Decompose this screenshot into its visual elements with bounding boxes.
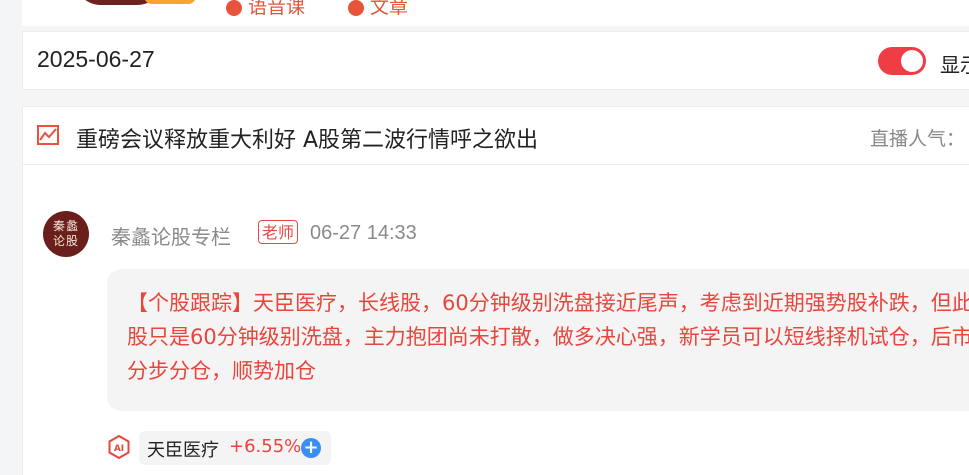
ai-icon: AI <box>108 435 130 459</box>
stock-name: 天臣医疗 <box>147 440 219 461</box>
date-bar: 2025-06-27 显示 <box>22 31 969 90</box>
live-title[interactable]: 重磅会议释放重大利好 A股第二波行情呼之欲出 <box>76 122 538 154</box>
top-tag-article[interactable]: 文章 <box>348 0 408 19</box>
chart-line-icon <box>37 125 59 145</box>
avatar[interactable]: 秦蠡 论股 <box>43 211 89 257</box>
top-strip: 语音课 文章 <box>22 0 969 26</box>
toggle-label: 显示 <box>940 53 969 77</box>
svg-text:AI: AI <box>114 444 124 454</box>
date-text: 2025-06-27 <box>37 46 155 72</box>
top-badge <box>144 0 196 4</box>
stock-change: +6.55% <box>229 436 302 457</box>
message-text: 【个股跟踪】天臣医疗，长线股，60分钟级别洗盘接近尾声，考虑到近期强势股补跌，但… <box>127 291 969 383</box>
message-bubble: 【个股跟踪】天臣医疗，长线股，60分钟级别洗盘接近尾声，考虑到近期强势股补跌，但… <box>107 269 969 411</box>
role-badge: 老师 <box>258 220 299 244</box>
author-name[interactable]: 秦蠡论股专栏 <box>111 221 231 250</box>
voice-icon <box>226 0 242 16</box>
top-tag-voice[interactable]: 语音课 <box>226 0 305 19</box>
top-tag-label: 文章 <box>370 0 409 18</box>
stock-chip[interactable]: 天臣医疗 +6.55% + <box>139 431 331 465</box>
top-tag-label: 语音课 <box>248 0 306 18</box>
live-panel: 重磅会议释放重大利好 A股第二波行情呼之欲出 直播人气： 秦蠡 论股 秦蠡论股专栏… <box>22 106 969 475</box>
plus-circle-icon[interactable]: + <box>301 438 321 458</box>
show-toggle[interactable] <box>878 47 926 75</box>
post-time: 06-27 14:33 <box>310 222 417 244</box>
toggle-knob <box>901 50 923 72</box>
article-icon <box>348 0 364 16</box>
live-header: 重磅会议释放重大利好 A股第二波行情呼之欲出 直播人气： <box>23 107 969 165</box>
popularity-label: 直播人气： <box>870 128 966 150</box>
